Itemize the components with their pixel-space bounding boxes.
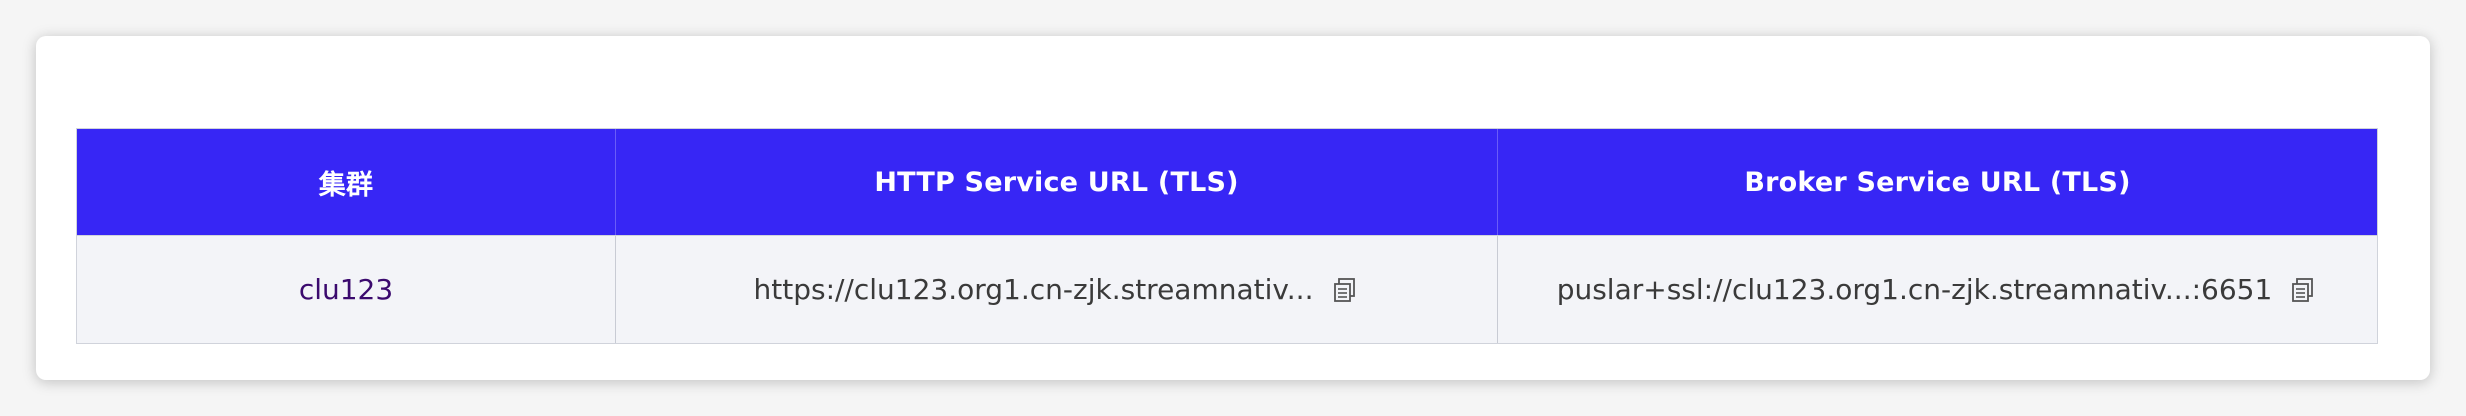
- copy-icon: [1333, 277, 1355, 302]
- http-service-url: https://clu123.org1.cn-zjk.streamnativ..…: [753, 273, 1314, 306]
- header-label-http-url: HTTP Service URL (TLS): [874, 166, 1239, 198]
- broker-service-url: puslar+ssl://clu123.org1.cn-zjk.streamna…: [1556, 273, 2273, 306]
- copy-icon: [2292, 277, 2314, 302]
- cell-http-url: https://clu123.org1.cn-zjk.streamnativ..…: [616, 236, 1498, 343]
- cell-cluster: clu123: [77, 236, 616, 343]
- cluster-table-card: 集群 HTTP Service URL (TLS) Broker Service…: [36, 36, 2430, 380]
- header-label-cluster: 集群: [318, 169, 374, 201]
- cluster-name: clu123: [298, 273, 394, 306]
- table-row: clu123 https://clu123.org1.cn-zjk.stream…: [77, 235, 2377, 343]
- copy-http-url-button[interactable]: [1330, 275, 1360, 305]
- table-header-row: 集群 HTTP Service URL (TLS) Broker Service…: [77, 129, 2377, 235]
- header-cell-cluster: 集群: [77, 129, 616, 235]
- header-cell-http-url: HTTP Service URL (TLS): [616, 129, 1498, 235]
- copy-broker-url-button[interactable]: [2288, 275, 2318, 305]
- header-cell-broker-url: Broker Service URL (TLS): [1498, 129, 2377, 235]
- cell-broker-url: puslar+ssl://clu123.org1.cn-zjk.streamna…: [1498, 236, 2377, 343]
- header-label-broker-url: Broker Service URL (TLS): [1744, 166, 2131, 198]
- cluster-table: 集群 HTTP Service URL (TLS) Broker Service…: [76, 128, 2378, 344]
